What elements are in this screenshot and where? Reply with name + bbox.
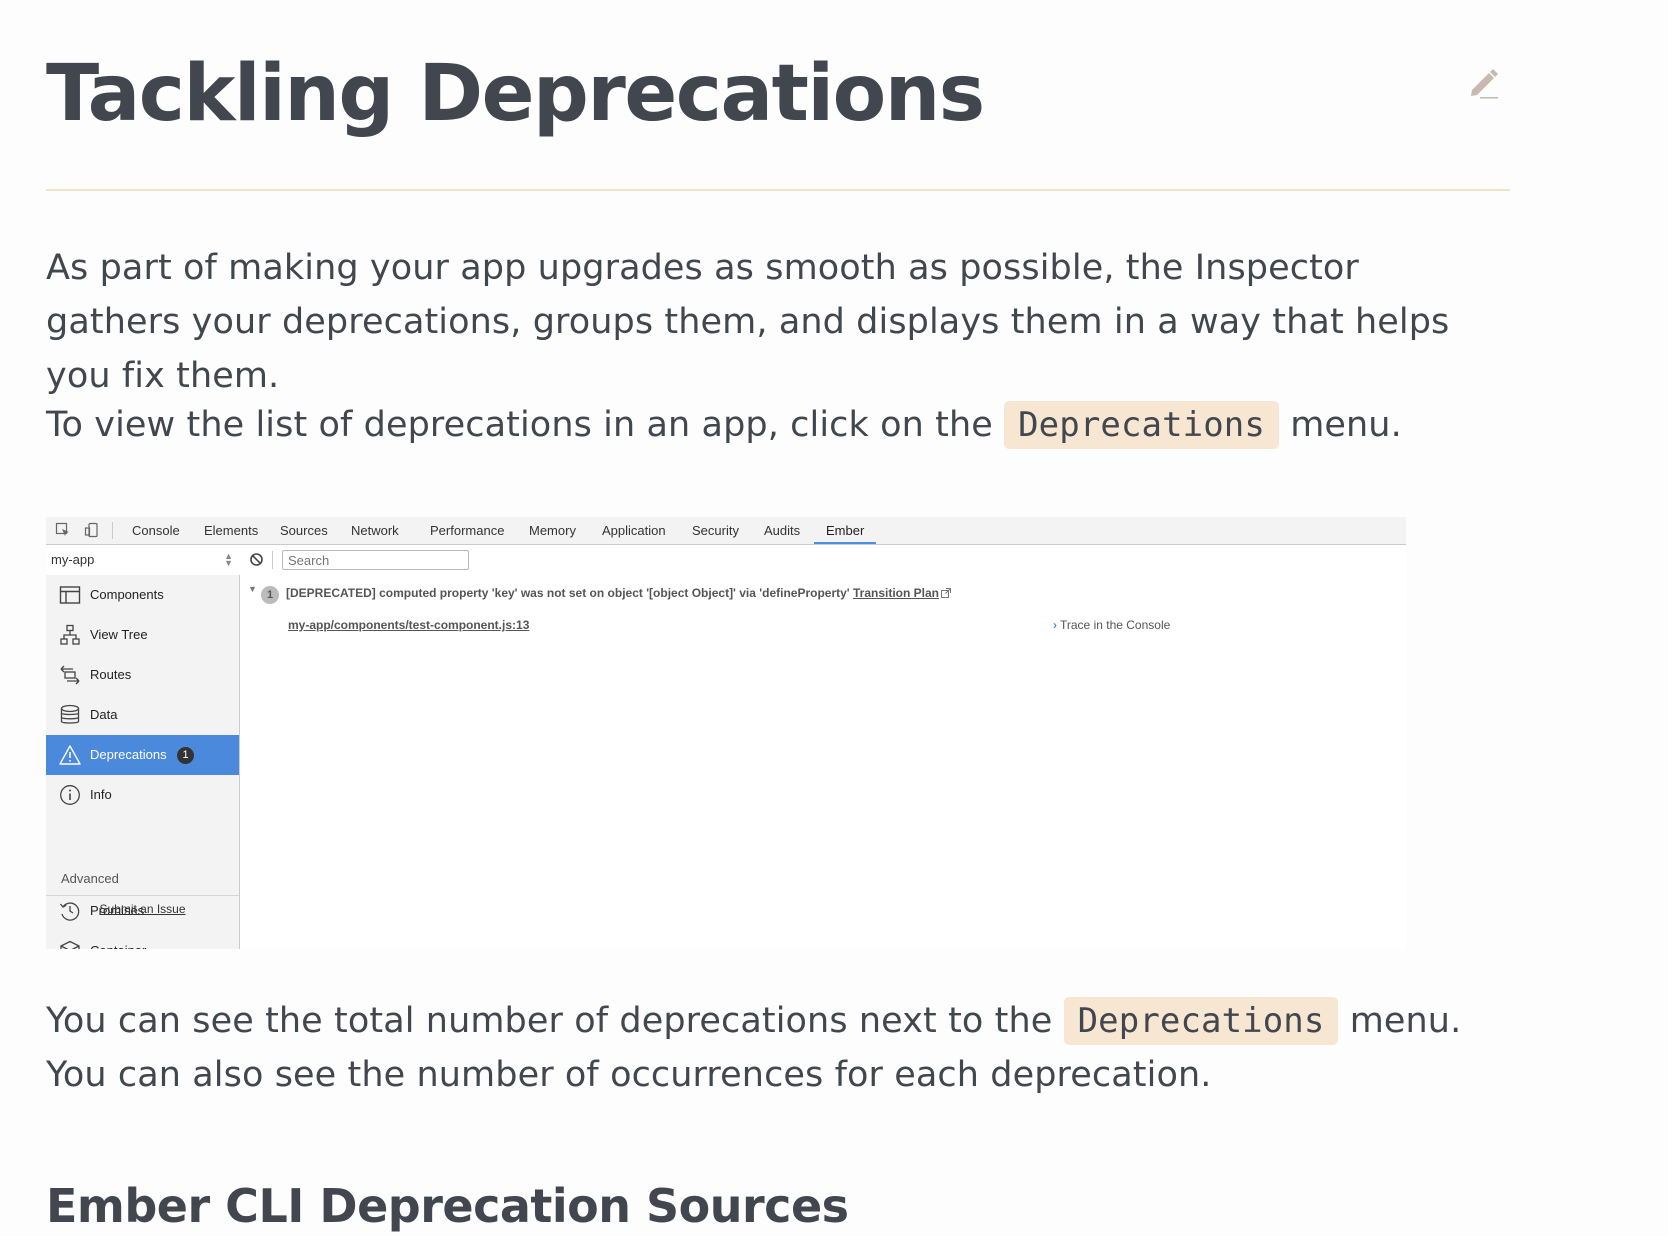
search-input[interactable] xyxy=(282,550,469,570)
chevron-right-icon: › xyxy=(1053,618,1057,632)
count-paragraph: You can see the total number of deprecat… xyxy=(46,994,1510,1102)
tab-performance[interactable]: Performance xyxy=(430,517,504,544)
edit-pencil-icon[interactable] xyxy=(1466,64,1502,100)
tab-sources[interactable]: Sources xyxy=(280,517,328,544)
nav-label: Data xyxy=(90,707,118,722)
external-link-icon xyxy=(941,588,952,598)
view-tree-icon xyxy=(60,624,80,645)
tab-network[interactable]: Network xyxy=(351,517,399,544)
container-icon xyxy=(60,940,80,949)
page-title: Tackling Deprecations xyxy=(46,49,985,139)
tab-memory[interactable]: Memory xyxy=(529,517,576,544)
tab-elements[interactable]: Elements xyxy=(204,517,258,544)
tab-application[interactable]: Application xyxy=(602,517,666,544)
nav-view-tree[interactable]: View Tree xyxy=(46,615,239,655)
data-icon xyxy=(60,704,80,724)
nav-label: Routes xyxy=(90,667,132,682)
warning-icon xyxy=(59,745,81,765)
transition-plan-link[interactable]: Transition Plan xyxy=(853,586,939,600)
occurrence-count: 1 xyxy=(261,586,279,604)
count-text-before: You can see the total number of deprecat… xyxy=(46,1001,1053,1041)
trace-in-console-link[interactable]: › Trace in the Console xyxy=(1053,618,1170,632)
device-toolbar-icon[interactable] xyxy=(84,522,100,538)
nav-data[interactable]: Data xyxy=(46,695,239,735)
intro-paragraph: As part of making your app upgrades as s… xyxy=(46,248,1450,396)
expand-triangle-icon[interactable]: ▼ xyxy=(248,584,257,594)
source-file-link[interactable]: my-app/components/test-component.js:13 xyxy=(288,618,529,632)
deprecations-count-badge: 1 xyxy=(177,747,194,764)
title-divider xyxy=(46,189,1510,191)
deprecation-message: [DEPRECATED] computed property 'key' was… xyxy=(286,586,850,600)
nav-container[interactable]: Container xyxy=(46,931,239,949)
components-icon xyxy=(59,586,81,604)
deprecations-code-2: Deprecations xyxy=(1063,997,1339,1045)
advanced-section-label: Advanced xyxy=(61,871,119,886)
nav-info[interactable]: Info xyxy=(46,775,239,815)
submit-issue-link[interactable]: Submit an Issue xyxy=(46,895,239,916)
inspect-element-icon[interactable] xyxy=(55,522,71,538)
tab-console[interactable]: Console xyxy=(132,517,180,544)
tab-audits[interactable]: Audits xyxy=(764,517,800,544)
app-select-value: my-app xyxy=(51,552,95,567)
devtools-screenshot: Console Elements Sources Network Perform… xyxy=(46,517,1406,949)
info-icon xyxy=(60,785,80,805)
toolbar-separator xyxy=(272,551,273,569)
instruction-text-before: To view the list of deprecations in an a… xyxy=(46,405,993,445)
instruction-paragraph: To view the list of deprecations in an a… xyxy=(46,398,1466,452)
app-select[interactable]: my-app ▲ ▼ xyxy=(46,545,239,575)
nav-label: View Tree xyxy=(90,627,148,642)
ember-sidebar: Components View Tree Routes Data Depreca… xyxy=(46,575,240,949)
tab-ember[interactable]: Ember xyxy=(814,517,877,544)
nav-routes[interactable]: Routes xyxy=(46,655,239,695)
select-arrows-icon: ▲ ▼ xyxy=(224,551,233,568)
deprecation-message-line: [DEPRECATED] computed property 'key' was… xyxy=(286,586,952,600)
clear-icon[interactable] xyxy=(249,552,264,567)
devtools-toolbar: my-app ▲ ▼ xyxy=(46,545,1406,576)
routes-icon xyxy=(60,665,80,685)
nav-label: Deprecations xyxy=(90,747,167,762)
nav-deprecations[interactable]: Deprecations 1 xyxy=(46,735,239,775)
nav-label: Container xyxy=(90,931,146,949)
tab-security[interactable]: Security xyxy=(692,517,739,544)
instruction-text-after: menu. xyxy=(1290,405,1402,445)
nav-label: Info xyxy=(90,787,112,802)
nav-label: Components xyxy=(90,587,164,602)
deprecations-code: Deprecations xyxy=(1004,401,1279,449)
section-heading: Ember CLI Deprecation Sources xyxy=(46,1179,849,1233)
devtools-tab-bar: Console Elements Sources Network Perform… xyxy=(46,517,1406,545)
nav-components[interactable]: Components xyxy=(46,575,239,615)
tab-separator xyxy=(112,522,113,539)
trace-label: Trace in the Console xyxy=(1060,618,1171,632)
deprecations-panel: ▼ 1 [DEPRECATED] computed property 'key'… xyxy=(240,575,1406,949)
